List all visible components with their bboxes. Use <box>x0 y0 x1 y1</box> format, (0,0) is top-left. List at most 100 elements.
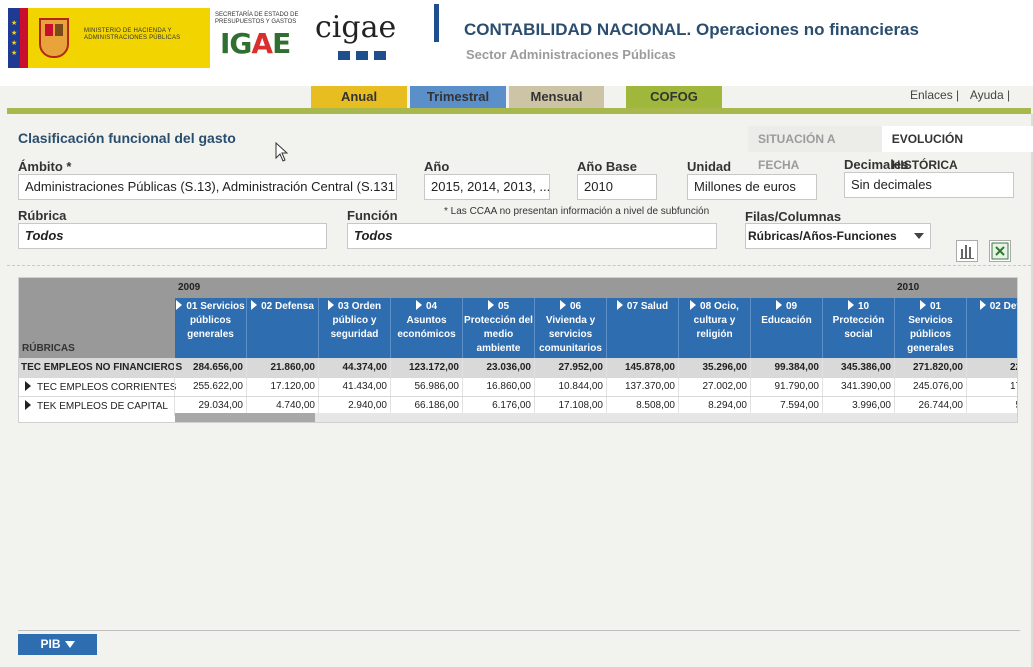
pib-button[interactable]: PIB <box>18 634 97 655</box>
tab-situacion-a-fecha[interactable]: SITUACIÓN A FECHA <box>748 126 882 172</box>
tab-mensual[interactable]: Mensual <box>509 86 604 108</box>
table-cell: 17.120,00 <box>270 381 316 392</box>
rubricas-header: RÚBRICAS <box>22 343 75 354</box>
sepg-name: SECRETARÍA DE ESTADO DE PRESUPUESTOS Y G… <box>215 12 299 25</box>
ambito-field[interactable]: Administraciones Públicas (S.13), Admini… <box>18 174 397 200</box>
column-header[interactable]: 06 Vivienda y servicios comunitarios <box>535 298 607 358</box>
expand-arrow-icon[interactable] <box>415 300 422 310</box>
table-cell: 26.744,00 <box>918 400 964 411</box>
anio-base-label: Año Base <box>577 159 637 174</box>
anio-field[interactable]: 2015, 2014, 2013, ... <box>424 174 550 200</box>
table-cell: 22.53 <box>1009 362 1017 373</box>
scrollbar-thumb[interactable] <box>175 413 315 422</box>
year-header: 2010 <box>897 282 920 293</box>
expand-arrow-icon[interactable] <box>690 300 697 310</box>
table-cell: 245.076,00 <box>912 381 963 392</box>
column-header[interactable]: 08 Ocio, cultura y religión <box>679 298 751 358</box>
decimales-field[interactable]: Sin decimales <box>844 172 1014 198</box>
expand-arrow-icon[interactable] <box>559 300 566 310</box>
table-row[interactable]: TEC EMPLEOS NO FINANCIEROS 284.656,00 21.8… <box>19 358 1017 378</box>
eu-flag-icon: ★ ★ ★ ★ <box>8 8 28 68</box>
chevron-down-icon <box>914 233 924 239</box>
tab-trimestral[interactable]: Trimestral <box>410 86 506 108</box>
table-cell: 8.294,00 <box>708 400 747 411</box>
table-cell: 21.860,00 <box>270 362 316 373</box>
enlaces-link[interactable]: Enlaces | <box>910 88 959 102</box>
header: ★ ★ ★ ★ MINISTERIO DE HACIENDA Y ADMINISTRA… <box>0 0 1033 86</box>
filas-columnas-select[interactable]: Rúbricas/Años-Funciones <box>745 223 931 249</box>
table-row[interactable]: TEC EMPLEOS CORRIENTES 255.622,00 17.120,0… <box>19 377 1017 397</box>
table-cell: 4.740,00 <box>276 400 315 411</box>
tab-cofog[interactable]: COFOG <box>626 86 722 110</box>
rubrica-label: Rúbrica <box>18 208 67 223</box>
top-links: Enlaces | Ayuda | <box>910 88 1018 102</box>
table-cell: 345.386,00 <box>840 362 891 373</box>
table-cell: 27.002,00 <box>702 381 748 392</box>
expand-arrow-icon[interactable] <box>979 300 986 310</box>
table-cell: 66.186,00 <box>414 400 460 411</box>
table-cell: 137.370,00 <box>624 381 675 392</box>
column-header[interactable]: 03 Orden público y seguridad <box>319 298 391 358</box>
expand-arrow-icon[interactable] <box>775 300 782 310</box>
table-cell: 17.108,00 <box>558 400 604 411</box>
table-cell: 6.176,00 <box>492 400 531 411</box>
anio-base-field[interactable]: 2010 <box>577 174 657 200</box>
expand-arrow-icon[interactable] <box>919 300 926 310</box>
funcion-field[interactable]: Todos <box>347 223 717 249</box>
rubrica-field[interactable]: Todos <box>18 223 327 249</box>
ayuda-link[interactable]: Ayuda | <box>970 88 1010 102</box>
igae-logo: SECRETARÍA DE ESTADO DE PRESUPUESTOS Y G… <box>212 8 308 68</box>
data-grid: RÚBRICAS 2009 2010 01 Servicios públicos g… <box>18 277 1018 423</box>
row-label[interactable]: TEC EMPLEOS CORRIENTES <box>21 381 176 393</box>
expand-arrow-icon[interactable] <box>176 300 183 310</box>
anio-label: Año <box>424 159 450 174</box>
row-label: TEC EMPLEOS NO FINANCIEROS <box>21 362 183 373</box>
ministry-logo: ★ ★ ★ ★ MINISTERIO DE HACIENDA Y ADMINISTRA… <box>8 8 210 68</box>
igae-wordmark: IGAE <box>220 27 291 60</box>
unidad-field[interactable]: Millones de euros <box>687 174 817 200</box>
column-header[interactable]: 09 Educación <box>751 298 823 358</box>
bar-chart-icon[interactable] <box>956 240 978 262</box>
mouse-cursor-icon <box>275 142 288 162</box>
table-cell: 17.33 <box>1009 381 1017 392</box>
cigae-logo: cigae <box>312 8 396 68</box>
column-header[interactable]: 10 Protección social <box>823 298 895 358</box>
decimales-label: Decimales <box>844 157 909 172</box>
table-cell: 10.844,00 <box>558 381 604 392</box>
column-header[interactable]: 01 Servicios públicos generales <box>175 298 247 358</box>
column-header[interactable]: 07 Salud <box>607 298 679 358</box>
column-header[interactable]: 01 Servicios públicos generales <box>895 298 967 358</box>
expand-arrow-icon[interactable] <box>327 300 334 310</box>
expand-arrow-icon[interactable] <box>847 300 854 310</box>
excel-export-icon[interactable] <box>989 240 1011 262</box>
cigae-wordmark: cigae <box>315 10 397 45</box>
row-label[interactable]: TEK EMPLEOS DE CAPITAL <box>21 400 168 412</box>
expand-arrow-icon[interactable] <box>251 300 258 310</box>
table-cell: 255.622,00 <box>192 381 243 392</box>
expand-arrow-icon[interactable] <box>25 400 31 410</box>
expand-arrow-icon[interactable] <box>25 381 31 391</box>
column-header[interactable]: 02 Defensa <box>247 298 319 358</box>
column-header[interactable]: 05 Protección del medio ambiente <box>463 298 535 358</box>
table-cell: 44.374,00 <box>342 362 388 373</box>
title-accent-bar <box>434 4 439 42</box>
table-cell: 271.820,00 <box>912 362 963 373</box>
table-cell: 23.036,00 <box>486 362 532 373</box>
table-cell: 2.940,00 <box>348 400 387 411</box>
column-header[interactable]: 02 Defe <box>967 298 1017 358</box>
ambito-label: Ámbito * <box>18 159 72 174</box>
expand-arrow-icon[interactable] <box>616 300 623 310</box>
column-header[interactable]: 04 Asuntos económicos <box>391 298 463 358</box>
caret-down-icon <box>64 641 75 648</box>
tab-evolucion-historica[interactable]: EVOLUCIÓN HISTÓRICA <box>881 126 1033 172</box>
tab-anual[interactable]: Anual <box>311 86 407 108</box>
table-cell: 5.20 <box>967 400 1017 411</box>
table-cell: 91.790,00 <box>774 381 820 392</box>
funcion-label: Función <box>347 208 398 223</box>
table-cell: 284.656,00 <box>192 362 243 373</box>
unidad-label: Unidad <box>687 159 732 174</box>
horizontal-scrollbar[interactable] <box>175 413 1017 422</box>
expand-arrow-icon[interactable] <box>487 300 494 310</box>
table-cell: 41.434,00 <box>342 381 388 392</box>
years-header-row: 2009 2010 <box>175 278 1017 298</box>
